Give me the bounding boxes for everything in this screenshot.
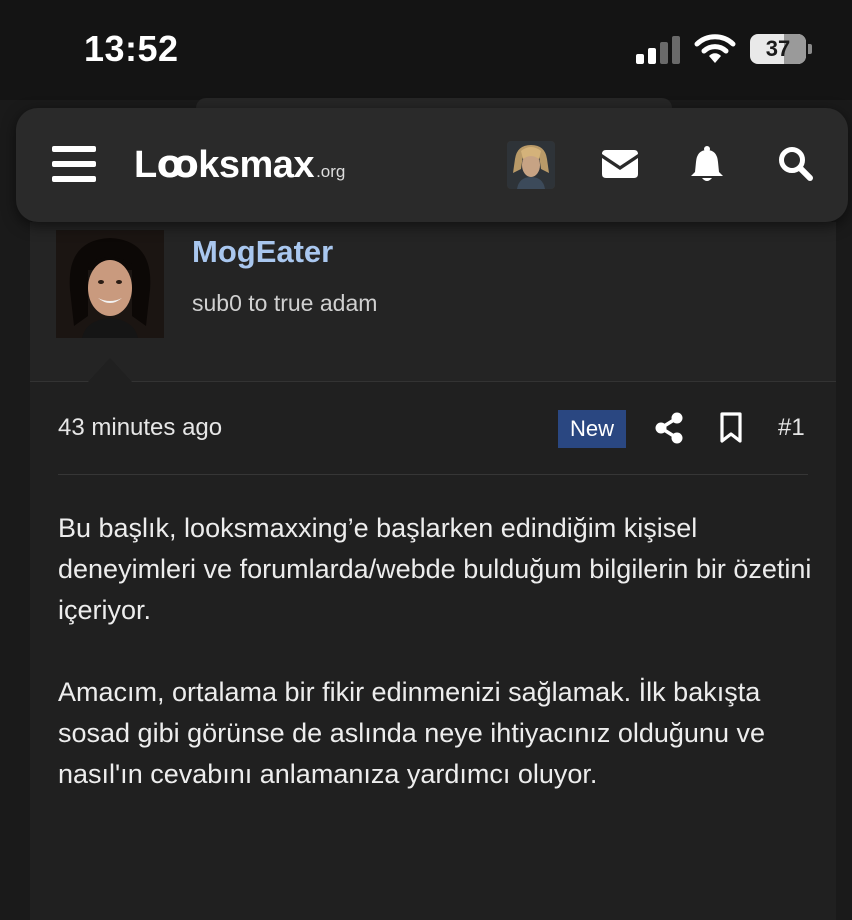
bookmark-icon[interactable]	[718, 412, 744, 444]
menu-icon[interactable]	[52, 146, 96, 182]
logo-tld: .org	[316, 162, 346, 181]
post-user-block: MogEater sub0 to true adam	[30, 222, 836, 382]
account-avatar[interactable]	[507, 141, 555, 189]
logo-text: Lꝏksmax	[134, 144, 315, 186]
post-paragraph: Amacım, ortalama bir fikir edinmenizi sa…	[58, 677, 765, 789]
envelope-icon[interactable]	[600, 144, 640, 184]
cellular-signal-icon	[636, 36, 682, 64]
new-badge: New	[558, 410, 626, 448]
user-title: sub0 to true adam	[192, 290, 378, 316]
post-paragraph: Bu başlık, looksmaxxing’e başlarken edin…	[58, 513, 812, 625]
status-time: 13:52	[84, 28, 179, 69]
avatar-pointer	[88, 358, 132, 382]
site-header: Lꝏksmax .org	[16, 108, 848, 222]
post-username[interactable]: MogEater	[192, 234, 333, 270]
post-number[interactable]: #1	[778, 414, 805, 442]
search-icon[interactable]	[776, 144, 816, 184]
bell-icon[interactable]	[687, 144, 727, 184]
post-content: Bu başlık, looksmaxxing’e başlarken edin…	[58, 508, 818, 836]
wifi-icon	[694, 34, 736, 63]
battery-level: 37	[765, 36, 791, 61]
battery-icon: 37	[750, 34, 812, 64]
post-timestamp[interactable]: 43 minutes ago	[58, 414, 222, 442]
post-meta-row: 43 minutes ago New #1	[30, 402, 836, 454]
site-logo[interactable]: Lꝏksmax .org	[134, 142, 345, 186]
forum-post: MogEater sub0 to true adam 43 minutes ag…	[30, 222, 836, 920]
post-divider	[58, 474, 808, 475]
user-avatar[interactable]	[56, 230, 164, 338]
share-icon[interactable]	[654, 412, 684, 444]
status-bar: 13:52 37	[0, 0, 852, 100]
